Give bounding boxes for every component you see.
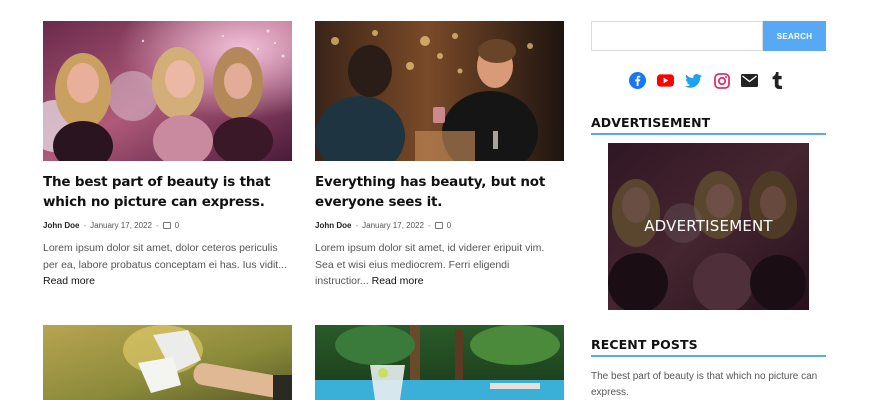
social-icons	[629, 72, 786, 89]
post-title[interactable]: The best part of beauty is that which no…	[43, 172, 292, 212]
post-excerpt-text: Lorem ipsum dolor sit amet, id viderer e…	[315, 242, 545, 287]
advertisement-label: ADVERTISEMENT	[644, 217, 773, 235]
read-more-link[interactable]: Read more	[43, 275, 95, 287]
youtube-icon[interactable]	[657, 72, 674, 89]
post-thumbnail-party[interactable]	[43, 21, 292, 161]
instagram-icon[interactable]	[713, 72, 730, 89]
meta-separator: -	[427, 221, 431, 230]
twitter-icon[interactable]	[685, 72, 702, 89]
post-excerpt: Lorem ipsum dolor sit amet, id viderer e…	[315, 240, 564, 290]
post-title[interactable]: Everything has beauty, but not everyone …	[315, 172, 564, 212]
post-date: January 17, 2022	[90, 221, 152, 230]
facebook-icon[interactable]	[629, 72, 646, 89]
meta-separator: -	[155, 221, 159, 230]
comment-icon	[162, 222, 171, 229]
post-card	[315, 325, 564, 400]
post-card: The best part of beauty is that which no…	[43, 21, 292, 290]
post-thumbnail-couple[interactable]	[315, 21, 564, 161]
mail-icon[interactable]	[741, 72, 758, 89]
search-button[interactable]: SEARCH	[763, 21, 826, 51]
meta-separator: -	[83, 221, 87, 230]
post-author[interactable]: John Doe	[43, 221, 79, 230]
recent-post-link[interactable]: The best part of beauty is that which no…	[591, 369, 826, 400]
post-meta: John Doe - January 17, 2022 - 0	[43, 221, 292, 230]
tumblr-icon[interactable]	[769, 72, 786, 89]
recent-posts-widget-title: RECENT POSTS	[591, 337, 826, 357]
advertisement-banner[interactable]: ADVERTISEMENT	[608, 143, 809, 310]
search-input[interactable]	[591, 21, 763, 51]
read-more-link[interactable]: Read more	[372, 275, 424, 287]
post-excerpt-text: Lorem ipsum dolor sit amet, dolor cetero…	[43, 242, 287, 271]
comment-icon	[434, 222, 443, 229]
advertisement-widget-title: ADVERTISEMENT	[591, 115, 826, 135]
post-date: January 17, 2022	[362, 221, 424, 230]
post-meta: John Doe - January 17, 2022 - 0	[315, 221, 564, 230]
post-thumbnail-pool[interactable]	[315, 325, 564, 400]
post-card	[43, 325, 292, 400]
comment-count[interactable]: 0	[447, 221, 451, 230]
meta-separator: -	[355, 221, 359, 230]
post-thumbnail-sneakers[interactable]	[43, 325, 292, 400]
comment-count[interactable]: 0	[175, 221, 179, 230]
post-excerpt: Lorem ipsum dolor sit amet, dolor cetero…	[43, 240, 292, 290]
post-author[interactable]: John Doe	[315, 221, 351, 230]
post-card: Everything has beauty, but not everyone …	[315, 21, 564, 290]
